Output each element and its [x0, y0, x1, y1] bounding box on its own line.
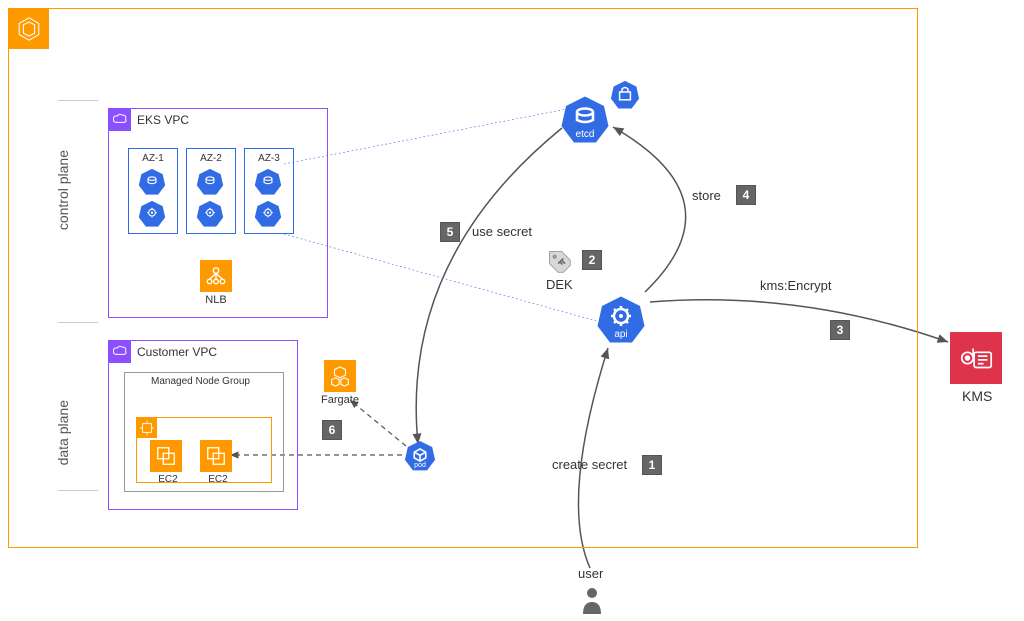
plane-divider-3 [58, 490, 98, 491]
plane-divider-2 [58, 100, 98, 101]
etcd-icon-az3 [254, 168, 282, 196]
plane-divider-1 [58, 322, 98, 323]
api-node: api [596, 295, 646, 345]
ec2-icon-2 [200, 440, 232, 472]
mng-title: Managed Node Group [151, 376, 250, 387]
etcd-node: etcd [560, 95, 610, 145]
step-1-badge: 1 [642, 455, 662, 475]
user-label: user [578, 566, 603, 581]
fargate-label: Fargate [310, 394, 370, 406]
az-3-label: AZ-3 [258, 153, 280, 164]
etcd-icon-az2 [196, 168, 224, 196]
secret-icon [610, 80, 640, 110]
eks-service-icon [9, 9, 49, 49]
user-icon [580, 586, 604, 614]
etcd-icon-az1 [138, 168, 166, 196]
step-4-label: store [692, 188, 721, 203]
kms-label: KMS [962, 388, 992, 404]
etcd-label: etcd [560, 129, 610, 140]
eks-vpc-title: EKS VPC [137, 113, 189, 127]
api-icon-az2 [196, 200, 224, 228]
step-2-badge: 2 [582, 250, 602, 270]
step-4-badge: 4 [736, 185, 756, 205]
customer-vpc-title: Customer VPC [137, 345, 217, 359]
nlb-label: NLB [186, 294, 246, 306]
step-5-badge: 5 [440, 222, 460, 242]
api-label: api [596, 329, 646, 340]
control-plane-label: control plane [55, 150, 71, 230]
vpc-icon [109, 109, 131, 131]
step-2-label: DEK [546, 277, 573, 292]
pod-label: pod [404, 462, 436, 469]
step-3-badge: 3 [830, 320, 850, 340]
api-icon-az1 [138, 200, 166, 228]
az-2-label: AZ-2 [200, 153, 222, 164]
api-icon-az3 [254, 200, 282, 228]
ec2-icon-1 [150, 440, 182, 472]
fargate-icon [324, 360, 356, 392]
step-3-label: kms:Encrypt [760, 278, 832, 293]
data-plane-label: data plane [55, 400, 71, 465]
az-1-label: AZ-1 [142, 153, 164, 164]
ec2-label-2: EC2 [188, 474, 248, 485]
step-5-label: use secret [472, 224, 532, 239]
step-1-label: create secret [552, 457, 627, 472]
step-6-badge: 6 [322, 420, 342, 440]
kms-icon [950, 332, 1002, 384]
vpc-icon-2 [109, 341, 131, 363]
dek-key-icon [546, 248, 572, 274]
pod-node: pod [404, 440, 436, 472]
asg-icon [137, 418, 157, 438]
nlb-icon [200, 260, 232, 292]
